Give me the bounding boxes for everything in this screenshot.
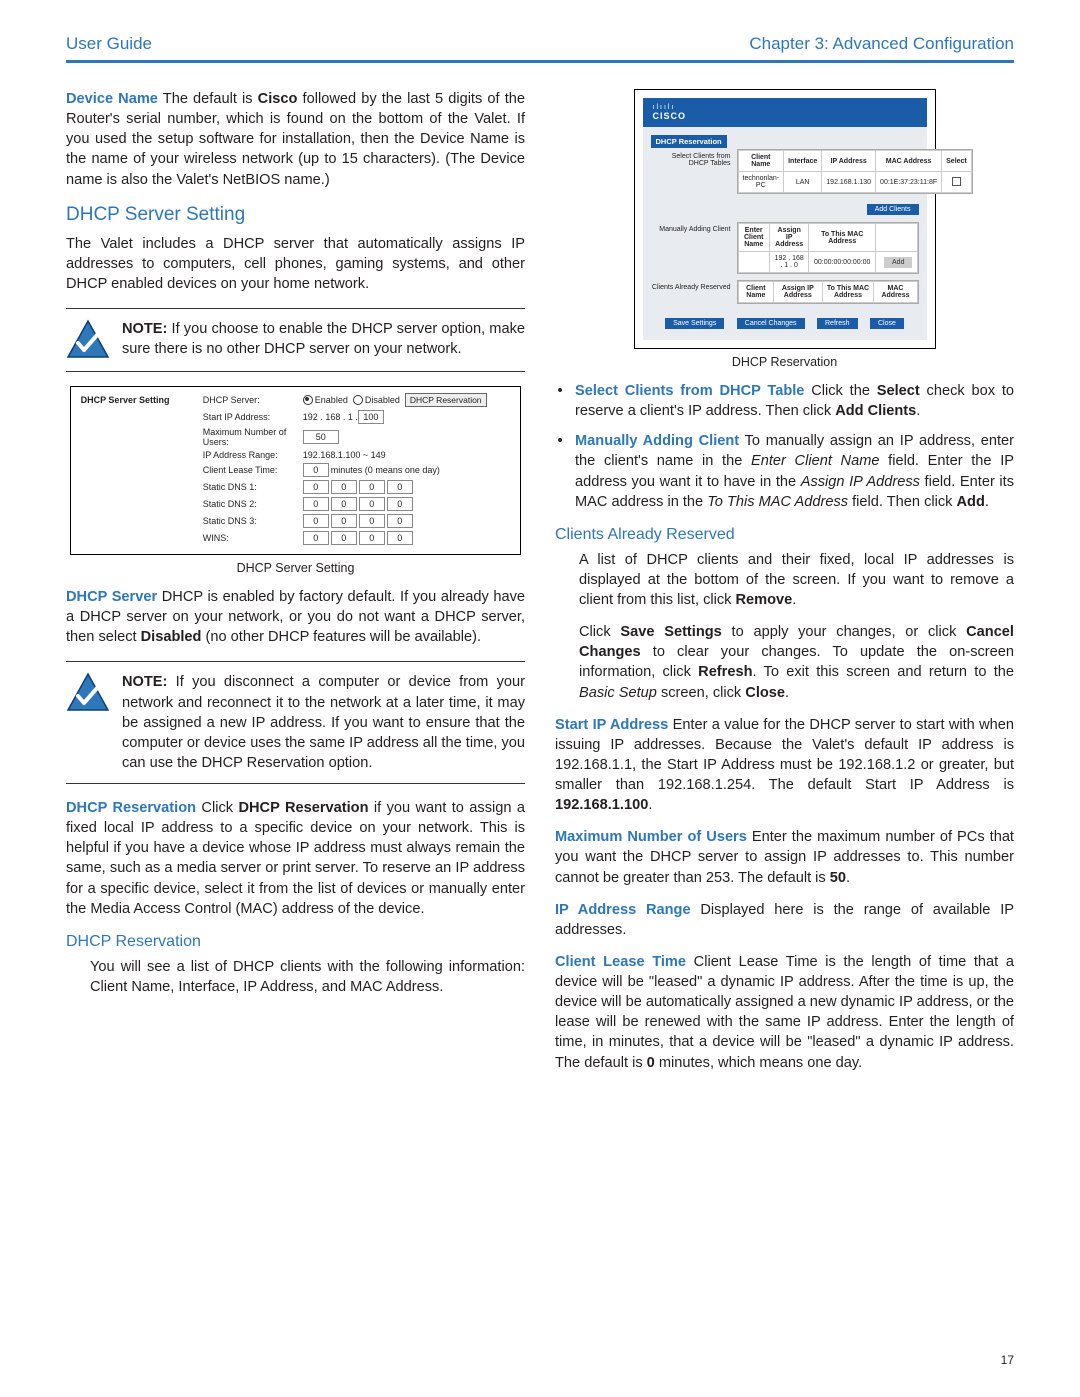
caption-dhcp-server-setting: DHCP Server Setting [66,561,525,575]
header-right: Chapter 3: Advanced Configuration [749,34,1014,54]
para-resv-intro: You will see a list of DHCP clients with… [90,957,525,997]
figure-dhcp-server-setting: DHCP Server Setting DHCP Server: Enabled… [70,386,522,555]
checkbox-icon [952,177,961,186]
term-device-name: Device Name [66,91,158,107]
fig1-opt-enabled: Enabled [315,395,348,405]
term-start-ip: Start IP Address [555,717,668,733]
fig2-sub-already: Clients Already Reserved [651,280,731,304]
fig1-label-wins: WINS: [203,533,303,543]
fig1-val-start-prefix: 192 . 168 . 1 . [303,412,358,422]
left-column: Device Name The default is Cisco followe… [66,89,525,1085]
fig1-label-server: DHCP Server: [203,395,303,405]
heading-dhcp-reservation: DHCP Reservation [66,933,525,951]
para-client-lease: Client Lease Time Client Lease Time is t… [555,952,1014,1073]
list-item: • Select Clients from DHCP Table Click t… [555,381,1014,421]
fig2-btn-add: Add [884,257,912,268]
right-column: ılıılı CISCO DHCP Reservation Select Cli… [555,89,1014,1085]
fig1-btn-reservation: DHCP Reservation [405,393,487,407]
term-max-users: Maximum Number of Users [555,829,747,845]
checkmark-icon [66,672,110,714]
list-item: • Manually Adding Client To manually ass… [555,431,1014,512]
para-dhcp-reservation: DHCP Reservation Click DHCP Reservation … [66,798,525,919]
radio-enabled-icon [303,395,313,405]
page-header: User Guide Chapter 3: Advanced Configura… [66,34,1014,63]
para-already-2: Click Save Settings to apply your change… [579,622,1014,703]
header-left: User Guide [66,34,152,54]
para-dhcp-server: DHCP Server DHCP is enabled by factory d… [66,587,525,647]
para-ip-range: IP Address Range Displayed here is the r… [555,900,1014,940]
term-client-lease: Client Lease Time [555,954,686,970]
note-2-text: NOTE: If you disconnect a computer or de… [122,672,525,773]
table-row: 192 . 168 . 1 . 0 00:00:00:00:00:00 Add [738,252,917,273]
caption-dhcp-reservation: DHCP Reservation [555,355,1014,369]
fig1-val-range: 192.168.1.100 ~ 149 [303,450,386,460]
fig2-section-title: DHCP Reservation [651,135,727,148]
fig2-btn-cancel: Cancel Changes [737,318,805,329]
fig1-label-dns2: Static DNS 2: [203,499,303,509]
fig1-side-title: DHCP Server Setting [77,393,203,548]
page-number: 17 [1001,1353,1014,1367]
term-dhcp-server: DHCP Server [66,589,157,605]
fig1-label-dns1: Static DNS 1: [203,482,303,492]
heading-clients-already-reserved: Clients Already Reserved [555,526,1014,544]
fig1-label-dns3: Static DNS 3: [203,516,303,526]
fig1-val-start-last: 100 [358,410,384,424]
fig1-opt-disabled: Disabled [365,395,400,405]
para-already-1: A list of DHCP clients and their fixed, … [579,550,1014,610]
term-dhcp-reservation: DHCP Reservation [66,800,196,816]
fig1-label-lease: Client Lease Time: [203,465,303,475]
fig1-val-maxusers: 50 [303,430,339,444]
fig2-btn-add-clients: Add Clients [867,204,919,215]
para-start-ip: Start IP Address Enter a value for the D… [555,715,1014,816]
figure-dhcp-reservation: ılıılı CISCO DHCP Reservation Select Cli… [634,89,936,349]
radio-disabled-icon [353,395,363,405]
cisco-logo-bar: ılıılı CISCO [643,98,927,127]
fig1-val-lease: 0 [303,463,329,477]
table-row: technonlan-PC LAN 192.168.1.130 00:1E:37… [738,172,971,193]
note-box-2: NOTE: If you disconnect a computer or de… [66,661,525,784]
fig2-sub-select-clients: Select Clients from DHCP Tables [651,149,731,194]
fig1-label-maxusers: Maximum Number of Users: [203,427,303,447]
fig1-label-range: IP Address Range: [203,450,303,460]
fig2-sub-manual: Manually Adding Client [651,222,731,274]
term-select-clients: Select Clients from DHCP Table [575,383,804,399]
term-cisco: Cisco [258,91,298,107]
heading-dhcp-server-setting: DHCP Server Setting [66,204,525,226]
fig2-btn-save: Save Settings [665,318,724,329]
term-ip-range: IP Address Range [555,902,691,918]
note-1-text: NOTE: If you choose to enable the DHCP s… [122,319,525,361]
para-max-users: Maximum Number of Users Enter the maximu… [555,827,1014,887]
note-box-1: NOTE: If you choose to enable the DHCP s… [66,308,525,372]
fig1-label-start: Start IP Address: [203,412,303,422]
fig2-btn-refresh: Refresh [817,318,858,329]
term-manually-adding: Manually Adding Client [575,433,739,449]
para-device-name: Device Name The default is Cisco followe… [66,89,525,190]
para-dhcp-intro: The Valet includes a DHCP server that au… [66,234,525,294]
fig2-btn-close: Close [870,318,904,329]
checkmark-icon [66,319,110,361]
fig1-lease-suffix: minutes (0 means one day) [331,465,440,475]
